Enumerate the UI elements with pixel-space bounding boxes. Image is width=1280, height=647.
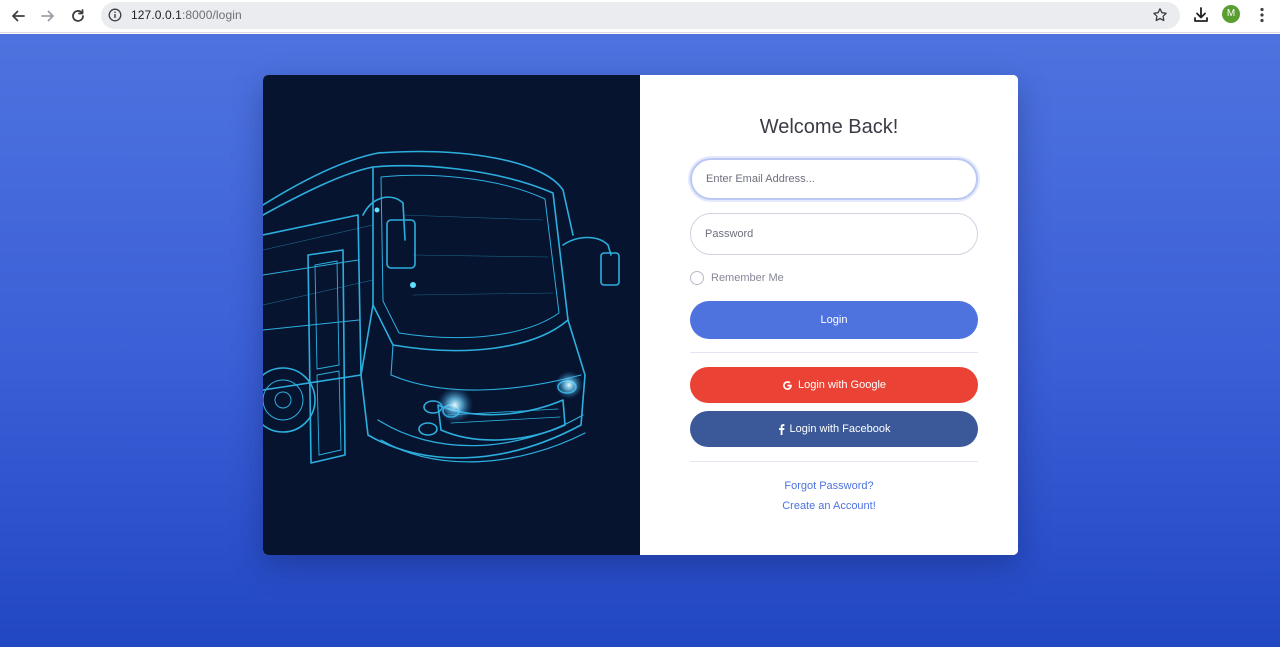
facebook-login-button[interactable]: Login with Facebook xyxy=(690,411,978,447)
download-icon[interactable] xyxy=(1192,6,1210,24)
forgot-password-link[interactable]: Forgot Password? xyxy=(640,480,1018,492)
login-button[interactable]: Login xyxy=(690,301,978,339)
remember-me-label: Remember Me xyxy=(711,272,784,284)
login-card: Welcome Back! Remember Me Login Login wi… xyxy=(263,75,1018,555)
login-button-label: Login xyxy=(820,314,848,326)
url-path: :8000/login xyxy=(181,8,242,22)
divider xyxy=(690,461,978,462)
url-host: 127.0.0.1 xyxy=(131,8,182,22)
password-field[interactable] xyxy=(690,213,978,255)
address-bar[interactable]: 127.0.0.1:8000/login xyxy=(101,2,1180,29)
url-text: 127.0.0.1:8000/login xyxy=(131,8,242,22)
create-account-link[interactable]: Create an Account! xyxy=(640,500,1018,512)
facebook-icon xyxy=(778,423,785,435)
remember-me[interactable]: Remember Me xyxy=(690,271,784,285)
email-field[interactable] xyxy=(690,158,978,200)
google-login-label: Login with Google xyxy=(797,379,887,391)
bus-illustration xyxy=(263,75,640,555)
menu-icon[interactable] xyxy=(1254,6,1270,24)
forward-icon[interactable] xyxy=(36,4,60,28)
page-background: Welcome Back! Remember Me Login Login wi… xyxy=(0,34,1280,647)
bus-wireframe-image xyxy=(263,150,620,464)
profile-avatar[interactable]: M xyxy=(1222,5,1240,23)
google-login-button[interactable]: Login with Google xyxy=(690,367,978,403)
info-icon[interactable] xyxy=(108,8,122,22)
reload-icon[interactable] xyxy=(66,4,90,28)
google-icon xyxy=(782,380,793,391)
back-icon[interactable] xyxy=(6,4,30,28)
star-icon[interactable] xyxy=(1152,7,1168,23)
login-form: Welcome Back! Remember Me Login Login wi… xyxy=(640,75,1018,555)
browser-toolbar: 127.0.0.1:8000/login M xyxy=(0,0,1280,33)
facebook-login-label: Login with Facebook xyxy=(789,423,891,435)
remember-me-checkbox[interactable] xyxy=(690,271,704,285)
divider xyxy=(690,352,978,353)
page-title: Welcome Back! xyxy=(759,116,899,138)
